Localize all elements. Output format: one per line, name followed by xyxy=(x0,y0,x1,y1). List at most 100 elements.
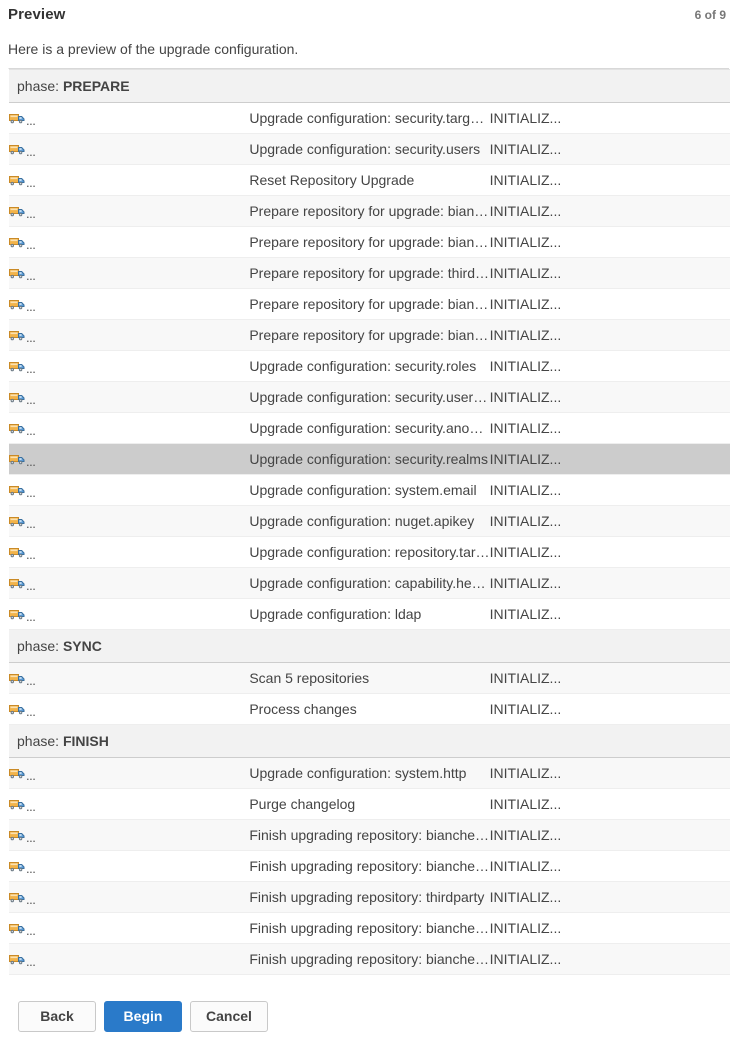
table-row[interactable]: ... Prepare repository for upgrade: bianc… xyxy=(9,195,730,227)
row-icon-ellipsis: ... xyxy=(26,799,36,814)
table-row[interactable]: ... Prepare repository for upgrade: bianc… xyxy=(9,226,730,258)
row-icon-ellipsis: ... xyxy=(26,392,36,407)
row-icon-ellipsis: ... xyxy=(26,768,36,783)
row-icon-cell: ... xyxy=(9,102,250,134)
truck-icon xyxy=(9,891,25,904)
table-row[interactable]: ... Upgrade configuration: repository.tar… xyxy=(9,536,730,568)
row-status: INITIALIZ... xyxy=(489,195,730,227)
row-step-name: Prepare repository for upgrade: thirdpar… xyxy=(249,257,490,289)
row-icon-cell: ... xyxy=(9,164,250,196)
row-icon-cell: ... xyxy=(9,693,250,725)
row-icon-ellipsis: ... xyxy=(26,206,36,221)
truck-icon xyxy=(9,515,25,528)
row-icon-cell: ... xyxy=(9,850,250,882)
row-status: INITIALIZ... xyxy=(489,662,730,694)
truck-icon xyxy=(9,953,25,966)
row-status: INITIALIZ... xyxy=(489,257,730,289)
table-row[interactable]: ... Upgrade configuration: system.http INI… xyxy=(9,757,730,789)
truck-icon xyxy=(9,174,25,187)
phase-header-row: phase: FINISH xyxy=(9,724,730,758)
row-status: INITIALIZ... xyxy=(489,757,730,789)
row-status: INITIALIZ... xyxy=(489,474,730,506)
table-row[interactable]: ... Prepare repository for upgrade: bianc… xyxy=(9,319,730,351)
table-row[interactable]: ... Upgrade configuration: security.user-… xyxy=(9,381,730,413)
table-row[interactable]: ... Upgrade configuration: security.users… xyxy=(9,133,730,165)
row-icon-cell: ... xyxy=(9,912,250,944)
row-icon-ellipsis: ... xyxy=(26,861,36,876)
row-icon-cell: ... xyxy=(9,819,250,851)
row-step-name: Upgrade configuration: security.roles xyxy=(249,350,490,382)
row-step-name: Upgrade configuration: security.user-rol… xyxy=(249,381,490,413)
preview-table: phase: PREPARE... Upgrade configuration: … xyxy=(9,69,730,975)
truck-icon xyxy=(9,267,25,280)
table-row[interactable]: ... Finish upgrading repository: bianchen… xyxy=(9,912,730,944)
truck-icon xyxy=(9,703,25,716)
table-row[interactable]: ... Upgrade configuration: ldap INITIALIZ.… xyxy=(9,598,730,630)
back-button[interactable]: Back xyxy=(18,1001,96,1032)
row-icon-cell: ... xyxy=(9,319,250,351)
row-icon-cell: ... xyxy=(9,133,250,165)
table-row[interactable]: ... Finish upgrading repository: bianchen… xyxy=(9,850,730,882)
table-row[interactable]: ... Finish upgrading repository: bianchen… xyxy=(9,943,730,975)
row-status: INITIALIZ... xyxy=(489,819,730,851)
row-step-name: Prepare repository for upgrade: bianchen… xyxy=(249,319,490,351)
row-icon-ellipsis: ... xyxy=(26,144,36,159)
row-step-name: Finish upgrading repository: thirdparty xyxy=(249,881,490,913)
begin-button[interactable]: Begin xyxy=(104,1001,182,1032)
truck-icon xyxy=(9,360,25,373)
table-row[interactable]: ... Purge changelog INITIALIZ... xyxy=(9,788,730,820)
row-step-name: Finish upgrading repository: bianchengba… xyxy=(249,819,490,851)
table-row[interactable]: ... Prepare repository for upgrade: bianc… xyxy=(9,288,730,320)
row-step-name: Prepare repository for upgrade: bianchen… xyxy=(249,288,490,320)
row-icon-cell: ... xyxy=(9,288,250,320)
row-step-name: Finish upgrading repository: bianchengba… xyxy=(249,850,490,882)
table-row[interactable]: ... Upgrade configuration: nuget.apikey IN… xyxy=(9,505,730,537)
row-icon-ellipsis: ... xyxy=(26,923,36,938)
truck-icon xyxy=(9,298,25,311)
table-row[interactable]: ... Prepare repository for upgrade: third… xyxy=(9,257,730,289)
row-icon-cell: ... xyxy=(9,474,250,506)
cancel-button[interactable]: Cancel xyxy=(190,1001,268,1032)
row-status: INITIALIZ... xyxy=(489,788,730,820)
table-row[interactable]: ... Upgrade configuration: security.realm… xyxy=(9,443,730,475)
table-row[interactable]: ... Scan 5 repositories INITIALIZ... xyxy=(9,662,730,694)
row-icon-cell: ... xyxy=(9,505,250,537)
row-step-name: Upgrade configuration: ldap xyxy=(249,598,490,630)
row-status: INITIALIZ... xyxy=(489,881,730,913)
wizard-description: Here is a preview of the upgrade configu… xyxy=(8,41,299,57)
row-icon-ellipsis: ... xyxy=(26,485,36,500)
table-row[interactable]: ... Upgrade configuration: system.email IN… xyxy=(9,474,730,506)
row-icon-ellipsis: ... xyxy=(26,454,36,469)
row-step-name: Upgrade configuration: security.target-p… xyxy=(249,102,490,134)
row-step-name: Upgrade configuration: system.email xyxy=(249,474,490,506)
table-row[interactable]: ... Finish upgrading repository: thirdpar… xyxy=(9,881,730,913)
row-status: INITIALIZ... xyxy=(489,536,730,568)
table-row[interactable]: ... Finish upgrading repository: bianchen… xyxy=(9,819,730,851)
phase-label: phase: xyxy=(17,638,63,654)
table-row[interactable]: ... Process changes INITIALIZ... xyxy=(9,693,730,725)
page-title: Preview xyxy=(8,6,66,23)
table-row[interactable]: ... Upgrade configuration: security.targe… xyxy=(9,102,730,134)
row-icon-cell: ... xyxy=(9,195,250,227)
truck-icon xyxy=(9,577,25,590)
row-icon-cell: ... xyxy=(9,257,250,289)
row-step-name: Upgrade configuration: security.realms xyxy=(249,443,490,475)
row-icon-cell: ... xyxy=(9,443,250,475)
row-status: INITIALIZ... xyxy=(489,226,730,258)
truck-icon xyxy=(9,236,25,249)
table-row[interactable]: ... Upgrade configuration: security.roles… xyxy=(9,350,730,382)
table-row[interactable]: ... Upgrade configuration: capability.hea… xyxy=(9,567,730,599)
preview-table-container: phase: PREPARE... Upgrade configuration: … xyxy=(8,68,730,975)
phase-name: FINISH xyxy=(62,733,109,749)
row-step-name: Prepare repository for upgrade: bianchen… xyxy=(249,195,490,227)
truck-icon xyxy=(9,391,25,404)
row-icon-ellipsis: ... xyxy=(26,516,36,531)
row-icon-cell: ... xyxy=(9,536,250,568)
table-row[interactable]: ... Reset Repository Upgrade INITIALIZ... xyxy=(9,164,730,196)
row-step-name: Upgrade configuration: system.http xyxy=(249,757,490,789)
row-status: INITIALIZ... xyxy=(489,164,730,196)
row-status: INITIALIZ... xyxy=(489,567,730,599)
row-status: INITIALIZ... xyxy=(489,412,730,444)
row-status: INITIALIZ... xyxy=(489,381,730,413)
table-row[interactable]: ... Upgrade configuration: security.anony… xyxy=(9,412,730,444)
